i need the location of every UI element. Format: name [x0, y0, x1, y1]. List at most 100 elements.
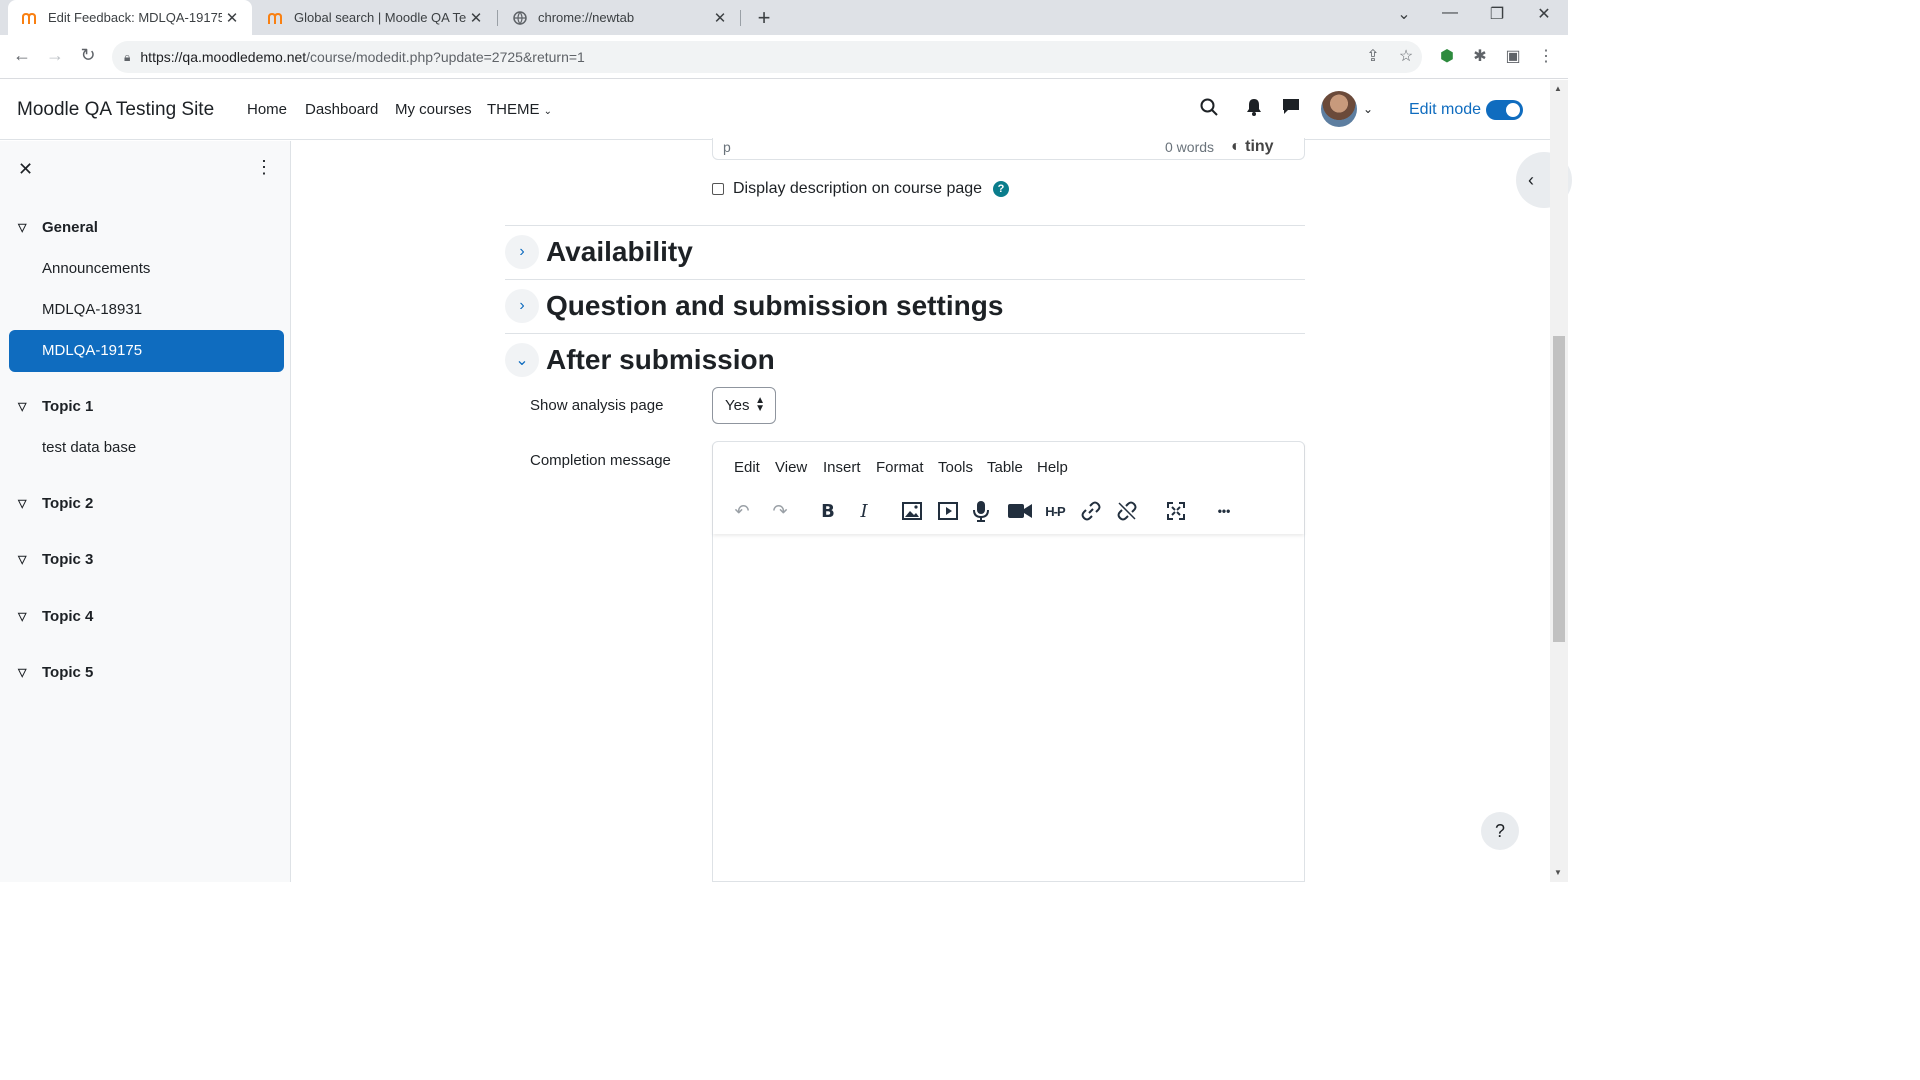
nav-my-courses[interactable]: My courses — [395, 101, 472, 118]
close-drawer-icon[interactable]: ✕ — [18, 159, 33, 180]
chevron-right-icon[interactable]: › — [505, 289, 539, 323]
scroll-up-icon[interactable]: ▲ — [1554, 84, 1562, 93]
bookmark-star-icon[interactable]: ☆ — [1395, 46, 1417, 66]
chevron-down-icon: ▽ — [18, 401, 27, 413]
browser-tab-global-search[interactable]: Global search | Moodle QA Testin ✕ — [254, 0, 496, 35]
menu-table[interactable]: Table — [987, 459, 1023, 476]
reload-icon[interactable]: ↻ — [76, 45, 100, 66]
section-topic-1[interactable]: ▽ Topic 1 — [18, 398, 93, 415]
drawer-item-mdlqa-18931[interactable]: MDLQA-18931 — [42, 301, 142, 318]
show-analysis-select[interactable]: Yes ▲ ▼ — [712, 387, 776, 424]
close-tab-icon[interactable]: ✕ — [466, 9, 486, 27]
drawer-item-mdlqa-19175[interactable]: MDLQA-19175 — [9, 330, 284, 372]
section-label: Topic 1 — [42, 398, 94, 415]
word-count[interactable]: 0 words — [1165, 139, 1214, 155]
nav-dashboard[interactable]: Dashboard — [305, 101, 378, 118]
section-general[interactable]: ▽ General — [18, 219, 98, 236]
edit-mode-toggle[interactable] — [1486, 100, 1523, 120]
undo-icon[interactable]: ↶ — [728, 497, 756, 525]
browser-tab-bar: Edit Feedback: MDLQA-19175 | 1 ✕ Global … — [0, 0, 1568, 35]
tab-title: chrome://newtab — [538, 10, 635, 25]
lock-icon: 🔒︎ — [124, 49, 131, 64]
avatar[interactable] — [1321, 91, 1357, 127]
extension-shield-icon[interactable]: ⬢ — [1436, 46, 1458, 66]
page-scrollbar[interactable]: ▲ ▼ — [1550, 80, 1568, 882]
minimize-icon[interactable]: — — [1435, 4, 1465, 22]
video-camera-icon[interactable] — [1006, 497, 1034, 525]
drawer-options-icon[interactable]: ⋮ — [255, 157, 273, 178]
nav-theme[interactable]: THEME ⌄ — [487, 101, 552, 118]
redo-icon[interactable]: ↷ — [766, 497, 794, 525]
display-description-row: Display description on course page ? — [712, 180, 1010, 198]
nav-home[interactable]: Home — [247, 101, 287, 118]
side-panel-icon[interactable]: ▣ — [1502, 46, 1524, 66]
bold-icon[interactable]: B — [814, 497, 842, 525]
image-icon[interactable] — [898, 497, 926, 525]
nav-theme-label: THEME — [487, 101, 540, 118]
link-icon[interactable] — [1077, 497, 1105, 525]
menu-insert[interactable]: Insert — [823, 459, 861, 476]
menu-view[interactable]: View — [775, 459, 807, 476]
display-description-label[interactable]: Display description on course page — [733, 180, 982, 198]
chevron-right-icon[interactable]: › — [505, 235, 539, 269]
microphone-icon[interactable] — [967, 497, 995, 525]
share-icon[interactable]: ⇪ — [1362, 46, 1384, 66]
menu-format[interactable]: Format — [876, 459, 924, 476]
element-path[interactable]: p — [723, 139, 731, 155]
help-button[interactable]: ? — [1481, 812, 1519, 850]
section-label: General — [42, 219, 98, 236]
section-availability[interactable]: › Availability — [505, 235, 693, 269]
extensions-puzzle-icon[interactable]: ✱ — [1469, 46, 1491, 66]
fullscreen-icon[interactable] — [1162, 497, 1190, 525]
search-icon[interactable] — [1200, 98, 1218, 121]
chrome-menu-icon[interactable]: ⋮ — [1535, 46, 1557, 66]
media-icon[interactable] — [934, 497, 962, 525]
browser-tab-newtab[interactable]: chrome://newtab ✕ — [498, 0, 740, 35]
chevron-down-icon[interactable]: ⌄ — [505, 343, 539, 377]
section-title[interactable]: After submission — [546, 344, 775, 376]
scrollbar-thumb[interactable] — [1553, 336, 1565, 642]
section-topic-3[interactable]: ▽ Topic 3 — [18, 551, 93, 568]
close-window-icon[interactable]: ✕ — [1529, 4, 1559, 24]
drawer-item-announcements[interactable]: Announcements — [42, 260, 150, 277]
address-bar[interactable]: 🔒︎ https://qa.moodledemo.net/course/mode… — [112, 41, 1422, 73]
editor-content-area[interactable] — [713, 534, 1304, 882]
section-title[interactable]: Availability — [546, 236, 693, 268]
globe-icon — [512, 10, 528, 26]
h5p-icon[interactable]: H-P — [1041, 497, 1069, 525]
new-tab-button[interactable]: + — [752, 5, 776, 31]
browser-tab-edit-feedback[interactable]: Edit Feedback: MDLQA-19175 | 1 ✕ — [8, 0, 252, 35]
scroll-down-icon[interactable]: ▼ — [1554, 868, 1562, 877]
close-tab-icon[interactable]: ✕ — [222, 9, 242, 27]
drawer-item-test-data-base[interactable]: test data base — [42, 439, 136, 456]
section-title[interactable]: Question and submission settings — [546, 290, 1003, 322]
menu-edit[interactable]: Edit — [734, 459, 760, 476]
messages-icon[interactable] — [1282, 98, 1300, 120]
section-topic-4[interactable]: ▽ Topic 4 — [18, 608, 93, 625]
section-label: Topic 3 — [42, 551, 94, 568]
user-menu-chevron-icon[interactable]: ⌄ — [1363, 102, 1373, 116]
back-icon[interactable]: ← — [10, 45, 34, 66]
tab-search-icon[interactable]: ⌄ — [1389, 4, 1419, 24]
display-description-checkbox[interactable] — [712, 183, 724, 195]
close-tab-icon[interactable]: ✕ — [710, 9, 730, 27]
section-topic-2[interactable]: ▽ Topic 2 — [18, 495, 93, 512]
help-icon[interactable]: ? — [993, 181, 1010, 197]
section-question-submission-settings[interactable]: › Question and submission settings — [505, 289, 1003, 323]
completion-message-label: Completion message — [530, 452, 671, 469]
description-editor-statusbar: p 0 words ◐ tiny — [712, 138, 1305, 160]
menu-tools[interactable]: Tools — [938, 459, 973, 476]
chevron-down-icon: ▽ — [18, 667, 27, 679]
more-icon[interactable]: ••• — [1210, 497, 1238, 525]
section-after-submission[interactable]: ⌄ After submission — [505, 343, 775, 377]
restore-icon[interactable]: ❐ — [1482, 4, 1512, 24]
italic-icon[interactable]: I — [850, 497, 878, 525]
url-host: https://qa.moodledemo.net — [140, 49, 307, 65]
forward-icon[interactable]: → — [43, 45, 67, 66]
unlink-icon[interactable] — [1113, 497, 1141, 525]
menu-help[interactable]: Help — [1037, 459, 1068, 476]
notification-bell-icon[interactable] — [1246, 98, 1262, 121]
site-name[interactable]: Moodle QA Testing Site — [17, 99, 214, 121]
section-topic-5[interactable]: ▽ Topic 5 — [18, 664, 93, 681]
tiny-logo[interactable]: ◐ tiny — [1231, 138, 1274, 156]
